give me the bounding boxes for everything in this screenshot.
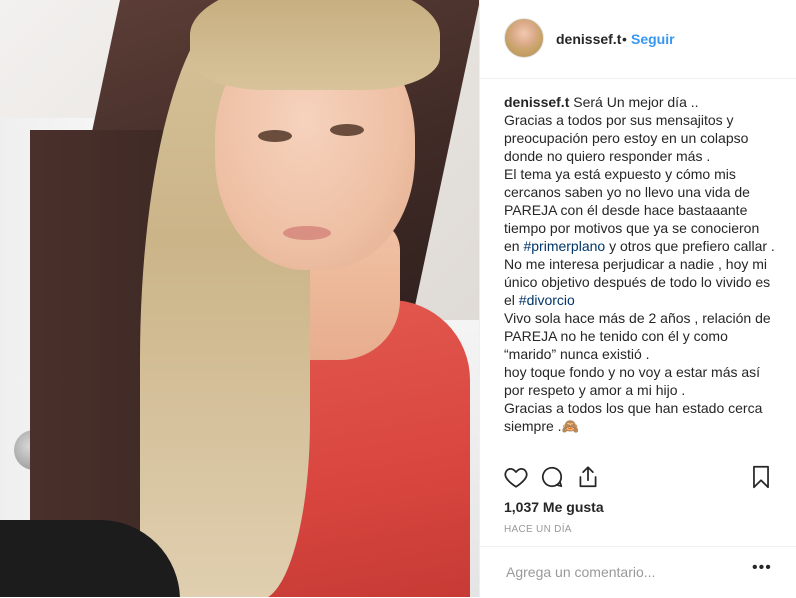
header-separator: •	[622, 31, 627, 47]
hashtag-divorcio[interactable]: #divorcio	[519, 292, 575, 308]
photo-lips	[283, 226, 331, 240]
more-options-icon[interactable]: •••	[752, 559, 772, 577]
comment-input[interactable]	[504, 559, 748, 585]
heart-icon[interactable]	[503, 464, 529, 490]
instagram-post: denissef.t • Seguir denissef.t Será Un m…	[0, 0, 796, 597]
follow-button[interactable]: Seguir	[631, 31, 675, 47]
post-caption: denissef.t Será Un mejor día .. Gracias …	[504, 93, 776, 435]
caption-username[interactable]: denissef.t	[504, 94, 569, 110]
post-photo[interactable]	[0, 0, 479, 597]
comment-bar: •••	[480, 546, 796, 598]
photo-eye-left	[258, 130, 292, 142]
post-timestamp[interactable]: HACE UN DÍA	[504, 524, 572, 535]
post-sidebar: denissef.t • Seguir denissef.t Será Un m…	[479, 0, 796, 597]
caption-text-1: Será Un mejor día .. Gracias a todos por…	[504, 94, 760, 254]
comment-icon[interactable]	[539, 464, 565, 490]
share-icon[interactable]	[575, 464, 601, 490]
bookmark-icon[interactable]	[748, 464, 774, 490]
avatar[interactable]	[504, 18, 544, 58]
post-header: denissef.t • Seguir	[480, 0, 796, 79]
photo-eye-right	[330, 124, 364, 136]
hashtag-primerplano[interactable]: #primerplano	[523, 238, 605, 254]
like-count[interactable]: 1,037 Me gusta	[504, 499, 604, 515]
photo-hair-top	[190, 0, 440, 90]
post-actions	[480, 460, 796, 500]
caption-text-3: Vivo sola hace más de 2 años , relación …	[504, 310, 771, 434]
header-username[interactable]: denissef.t	[556, 31, 621, 47]
